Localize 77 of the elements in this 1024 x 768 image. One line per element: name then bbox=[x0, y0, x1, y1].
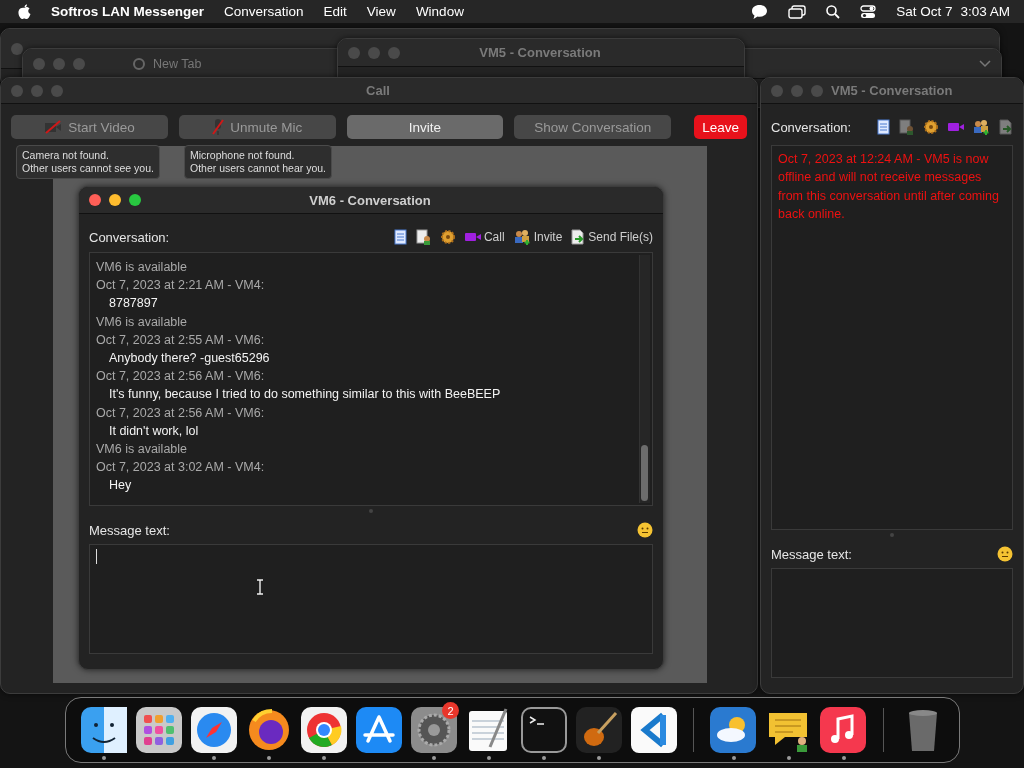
globe-icon bbox=[133, 57, 145, 70]
window-title: VM5 - Conversation bbox=[831, 83, 953, 98]
window-title: VM5 - Conversation bbox=[478, 45, 602, 60]
conversation-label: Conversation: bbox=[771, 119, 852, 135]
close-button[interactable] bbox=[89, 194, 101, 206]
notepad-icon[interactable] bbox=[393, 229, 407, 245]
smiley-icon[interactable] bbox=[637, 522, 653, 538]
notification-badge: 2 bbox=[442, 702, 459, 719]
message-input[interactable] bbox=[89, 544, 653, 654]
app-menu[interactable]: Softros LAN Messenger bbox=[51, 4, 205, 19]
a-shape-icon[interactable] bbox=[355, 707, 402, 753]
minimize-button[interactable] bbox=[109, 194, 121, 206]
message-text: It didn't work, lol bbox=[108, 422, 200, 440]
message-header: Oct 7, 2023 at 2:56 AM - VM6: bbox=[96, 404, 266, 422]
message-label: Message text: bbox=[89, 522, 170, 538]
tooltip: Camera not found. Other users cannot see you. bbox=[16, 145, 160, 179]
microphone-off-icon bbox=[212, 118, 225, 136]
windows-icon[interactable] bbox=[788, 4, 807, 19]
toggles-icon[interactable] bbox=[860, 4, 877, 19]
text-cursor-icon bbox=[256, 579, 264, 595]
toolbar-button[interactable]: Invite bbox=[513, 229, 563, 245]
compass-icon[interactable] bbox=[190, 707, 237, 753]
leave-button[interactable]: Leave bbox=[694, 115, 747, 139]
message-text: 8787897 bbox=[108, 295, 159, 313]
chevron-down-icon[interactable] bbox=[979, 59, 991, 68]
music-note-icon[interactable] bbox=[820, 707, 867, 753]
apple-icon[interactable] bbox=[18, 3, 31, 20]
message-text: Hey bbox=[108, 477, 133, 495]
message-header: VM6 is available bbox=[96, 441, 188, 459]
message-header: Oct 7, 2023 at 2:55 AM - VM6: bbox=[96, 331, 266, 349]
zoom-button[interactable] bbox=[129, 194, 141, 206]
offline-notice: Oct 7, 2023 at 12:24 AM - VM5 is now offline and will not receive messages from this conversation until after coming back online. bbox=[778, 151, 1000, 224]
speech-bubble-icon[interactable] bbox=[751, 3, 769, 20]
toolbar-button[interactable]: Call bbox=[464, 230, 505, 244]
terminal-icon[interactable] bbox=[520, 707, 567, 753]
menu-item[interactable]: Edit bbox=[323, 4, 347, 19]
app-grid-icon[interactable] bbox=[135, 707, 182, 753]
info-person-icon[interactable] bbox=[415, 229, 431, 245]
message-text: It's funny, because I tried to do something similar to this with BeeBEEP bbox=[108, 386, 502, 404]
menu-item[interactable]: Window bbox=[415, 4, 464, 19]
action-button[interactable]: Invite bbox=[346, 115, 504, 139]
notepad-icon[interactable] bbox=[877, 119, 890, 135]
face-icon[interactable] bbox=[80, 707, 127, 753]
message-text: Anybody there? -guest65296 bbox=[108, 350, 271, 367]
guitar-icon[interactable] bbox=[575, 707, 622, 753]
message-header: Oct 7, 2023 at 3:02 AM - VM4: bbox=[96, 459, 266, 477]
video-camera-icon[interactable] bbox=[948, 121, 964, 133]
toolbar-button[interactable]: Send File(s) bbox=[571, 229, 653, 245]
ring-icon[interactable] bbox=[300, 707, 347, 753]
window-title: Call bbox=[365, 83, 391, 98]
clock-text[interactable]: 3:03 AM bbox=[960, 4, 1010, 19]
menu-item[interactable]: Conversation bbox=[224, 4, 304, 19]
gear-icon[interactable] bbox=[439, 229, 456, 245]
people-icon[interactable] bbox=[513, 229, 531, 245]
cloud-sun-icon[interactable] bbox=[710, 707, 757, 753]
message-header: Oct 7, 2023 at 2:21 AM - VM4: bbox=[96, 277, 266, 295]
text-caret bbox=[96, 549, 97, 564]
search-icon[interactable] bbox=[826, 4, 841, 19]
conversation-label: Conversation: bbox=[89, 229, 170, 245]
camera-off-icon bbox=[44, 120, 63, 134]
gear-icon[interactable] bbox=[410, 707, 457, 753]
menu-item[interactable]: View bbox=[366, 4, 396, 19]
message-label: Message text: bbox=[771, 546, 852, 562]
date-text[interactable]: Sat Oct 7 bbox=[896, 4, 953, 19]
video-camera-icon[interactable] bbox=[464, 231, 481, 243]
window-title: VM6 - Conversation bbox=[308, 192, 432, 208]
message-header: VM6 is available bbox=[96, 313, 188, 331]
smiley-icon[interactable] bbox=[997, 546, 1013, 562]
message-header: VM6 is available bbox=[96, 259, 188, 276]
file-arrow-icon[interactable] bbox=[571, 229, 586, 245]
message-input[interactable] bbox=[771, 568, 1013, 678]
tooltip: Microphone not found. Other users cannot hear you. bbox=[184, 145, 332, 179]
scrollbar-thumb[interactable] bbox=[641, 445, 648, 501]
people-icon[interactable] bbox=[973, 119, 990, 135]
chevron-icon[interactable] bbox=[630, 707, 677, 753]
gear-icon[interactable] bbox=[923, 119, 939, 135]
message-header: Oct 7, 2023 at 2:56 AM - VM6: bbox=[96, 368, 266, 386]
